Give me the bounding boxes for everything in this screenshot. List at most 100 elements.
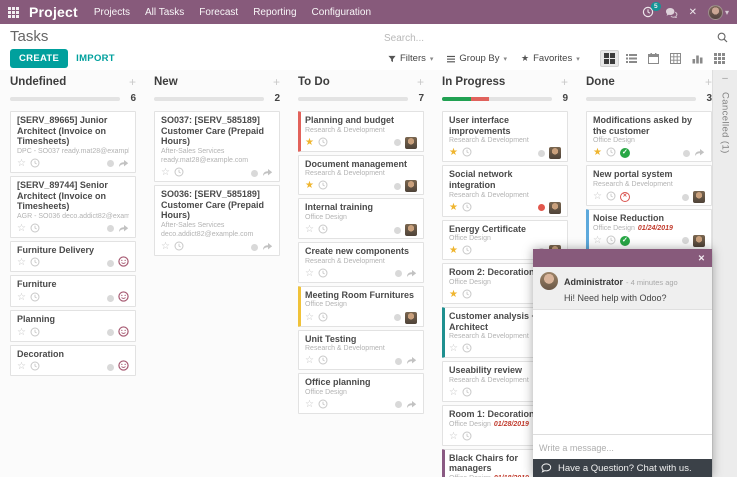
card-priority-star-icon[interactable]: ☆ <box>17 293 26 303</box>
card-activity-clock-icon[interactable] <box>462 242 472 260</box>
kanban-card[interactable]: Noise Reduction Office Design 01/24/2019 ☆ ✓ <box>586 209 712 250</box>
kanban-card[interactable]: SO036: [SERV_585189] Customer Care (Prep… <box>154 185 280 257</box>
kanban-view-button[interactable] <box>600 50 619 67</box>
card-priority-star-icon[interactable]: ★ <box>449 290 458 300</box>
kanban-state-blocked-icon[interactable]: ✕ <box>619 192 630 203</box>
chat-message-input[interactable] <box>539 443 706 453</box>
import-button[interactable]: IMPORT <box>76 53 115 64</box>
card-priority-star-icon[interactable]: ★ <box>449 202 458 213</box>
menu-item-projects[interactable]: Projects <box>94 7 130 18</box>
kanban-card[interactable]: [SERV_89665] Junior Architect (Invoice o… <box>10 111 136 173</box>
card-activity-clock-icon[interactable] <box>318 221 328 239</box>
column-quick-add-icon[interactable]: + <box>273 76 280 88</box>
card-priority-star-icon[interactable]: ☆ <box>17 158 26 169</box>
card-priority-star-icon[interactable]: ☆ <box>449 344 458 354</box>
card-activity-clock-icon[interactable] <box>318 177 328 195</box>
card-activity-clock-icon[interactable] <box>318 309 328 327</box>
card-activity-clock-icon[interactable] <box>462 144 472 162</box>
card-activity-clock-icon[interactable] <box>318 134 328 152</box>
column-quick-add-icon[interactable]: + <box>417 76 424 88</box>
filters-dropdown[interactable]: Filters ▾ <box>388 53 433 64</box>
activity-view-button[interactable] <box>710 50 729 67</box>
kanban-card[interactable]: Create new components Research & Developm… <box>298 242 424 283</box>
menu-item-reporting[interactable]: Reporting <box>253 7 296 18</box>
menu-item-all-tasks[interactable]: All Tasks <box>145 7 184 18</box>
livechat-button[interactable]: Have a Question? Chat with us. <box>533 459 712 477</box>
favorites-dropdown[interactable]: ★ Favorites ▾ <box>521 53 580 64</box>
card-activity-clock-icon[interactable] <box>606 144 616 162</box>
kanban-card[interactable]: Furniture Delivery ☆ <box>10 240 136 273</box>
card-priority-star-icon[interactable]: ☆ <box>17 327 26 338</box>
list-view-button[interactable] <box>622 50 641 67</box>
card-priority-star-icon[interactable]: ☆ <box>449 388 458 398</box>
card-activity-clock-icon[interactable] <box>30 358 40 376</box>
card-priority-star-icon[interactable]: ☆ <box>17 362 26 372</box>
folded-column-cancelled[interactable]: – Cancelled (1) <box>712 70 737 477</box>
kanban-card[interactable]: SO037: [SERV_585189] Customer Care (Prep… <box>154 111 280 183</box>
kanban-card[interactable]: Internal training Office Design ☆ <box>298 198 424 240</box>
graph-view-button[interactable] <box>688 50 707 67</box>
card-activity-clock-icon[interactable] <box>174 238 184 256</box>
menu-item-configuration[interactable]: Configuration <box>312 7 371 18</box>
card-activity-clock-icon[interactable] <box>462 199 472 217</box>
kanban-card[interactable]: Office planning Office Design ☆ <box>298 373 424 414</box>
kanban-card[interactable]: Planning and budget Research & Developmen… <box>298 111 424 152</box>
search-input[interactable] <box>384 30 729 46</box>
card-priority-star-icon[interactable]: ☆ <box>305 356 314 366</box>
kanban-card[interactable]: Modifications asked by the customer Offic… <box>586 111 712 163</box>
card-priority-star-icon[interactable]: ☆ <box>593 192 602 202</box>
card-activity-clock-icon[interactable] <box>606 188 616 206</box>
kanban-state-done-icon[interactable]: ✓ <box>619 235 630 246</box>
kanban-card[interactable]: User interface improvements Research & De… <box>442 111 568 163</box>
card-activity-clock-icon[interactable] <box>174 164 184 182</box>
card-priority-star-icon[interactable]: ☆ <box>161 168 170 178</box>
card-priority-star-icon[interactable]: ☆ <box>305 312 314 323</box>
card-activity-clock-icon[interactable] <box>606 232 616 250</box>
card-priority-star-icon[interactable]: ★ <box>449 246 458 256</box>
chat-close-icon[interactable]: ✕ <box>698 253 705 264</box>
card-priority-star-icon[interactable]: ★ <box>449 148 458 158</box>
kanban-card[interactable]: Decoration ☆ <box>10 344 136 377</box>
card-priority-star-icon[interactable]: ☆ <box>17 258 26 268</box>
search-icon[interactable] <box>717 30 728 48</box>
card-priority-star-icon[interactable]: ☆ <box>305 399 314 410</box>
card-priority-star-icon[interactable]: ☆ <box>593 235 602 246</box>
card-activity-clock-icon[interactable] <box>30 155 40 173</box>
card-priority-star-icon[interactable]: ☆ <box>305 225 314 235</box>
kanban-state-done-icon[interactable]: ✓ <box>619 148 630 159</box>
kanban-card[interactable]: Document management Research & Developmen… <box>298 154 424 196</box>
group-by-dropdown[interactable]: Group By ▾ <box>447 53 507 64</box>
card-activity-clock-icon[interactable] <box>462 340 472 358</box>
card-priority-star-icon[interactable]: ★ <box>593 148 602 158</box>
kanban-card[interactable]: [SERV_89744] Senior Architect (Invoice o… <box>10 175 136 238</box>
menu-item-forecast[interactable]: Forecast <box>199 7 238 18</box>
card-activity-clock-icon[interactable] <box>462 384 472 402</box>
column-quick-add-icon[interactable]: + <box>705 76 712 88</box>
kanban-card[interactable]: Social network integration Research & Dev… <box>442 165 568 217</box>
create-button[interactable]: CREATE <box>10 49 69 68</box>
card-activity-clock-icon[interactable] <box>30 289 40 307</box>
messages-icon[interactable] <box>665 7 678 18</box>
apps-grid-icon[interactable] <box>8 6 19 18</box>
kanban-card[interactable]: Furniture ☆ <box>10 275 136 308</box>
card-activity-clock-icon[interactable] <box>318 396 328 414</box>
calendar-view-button[interactable] <box>644 50 663 67</box>
card-priority-star-icon[interactable]: ☆ <box>161 242 170 252</box>
card-priority-star-icon[interactable]: ★ <box>305 137 314 148</box>
column-quick-add-icon[interactable]: + <box>561 76 568 88</box>
card-activity-clock-icon[interactable] <box>30 324 40 342</box>
pivot-view-button[interactable] <box>666 50 685 67</box>
card-activity-clock-icon[interactable] <box>462 428 472 446</box>
card-activity-clock-icon[interactable] <box>318 352 328 370</box>
card-priority-star-icon[interactable]: ☆ <box>449 431 458 442</box>
card-priority-star-icon[interactable]: ★ <box>305 181 314 191</box>
activity-clock-icon[interactable]: 5 <box>642 2 661 18</box>
kanban-card[interactable]: Planning ☆ <box>10 310 136 342</box>
user-menu[interactable]: ▾ <box>707 4 729 20</box>
card-activity-clock-icon[interactable] <box>318 265 328 283</box>
card-activity-clock-icon[interactable] <box>30 254 40 272</box>
kanban-card[interactable]: New portal system Research & Development ☆… <box>586 165 712 207</box>
kanban-card[interactable]: Meeting Room Furnitures Office Design ☆ <box>298 285 424 327</box>
column-quick-add-icon[interactable]: + <box>129 76 136 88</box>
card-priority-star-icon[interactable]: ☆ <box>305 268 314 279</box>
